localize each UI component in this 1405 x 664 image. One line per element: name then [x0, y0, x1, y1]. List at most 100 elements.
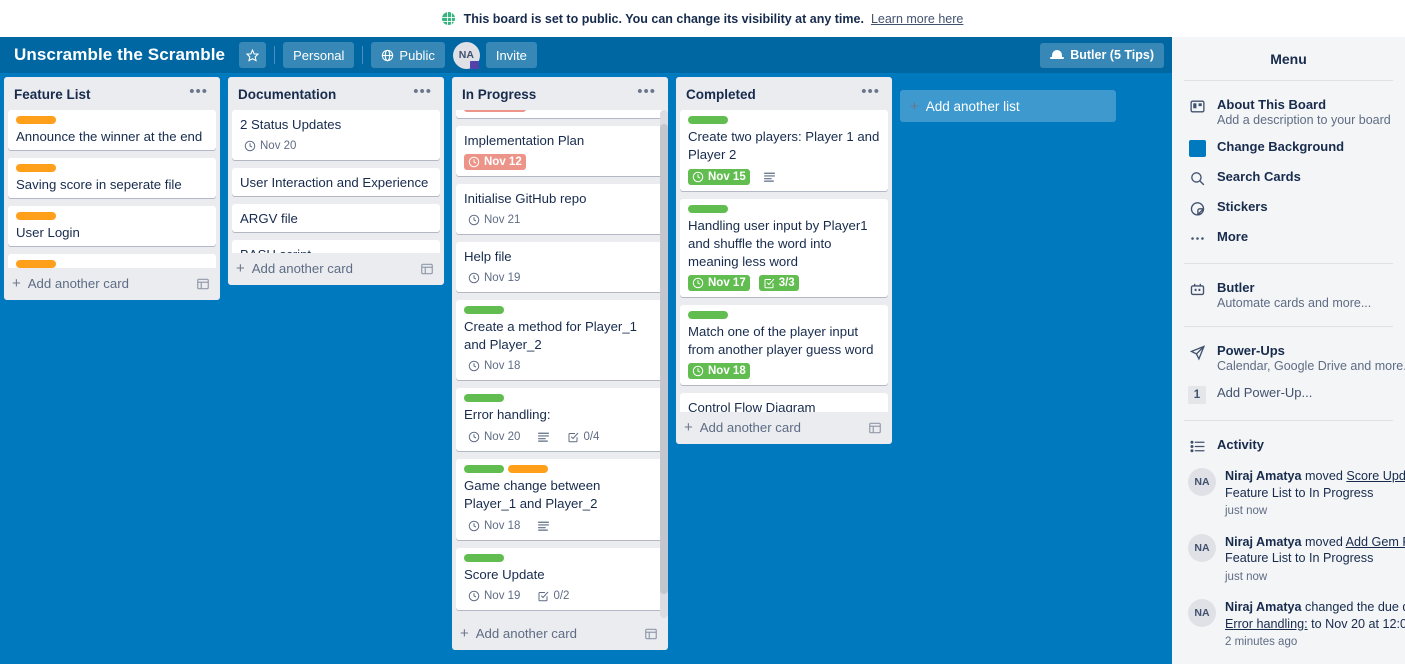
list-title[interactable]: Completed [686, 87, 756, 102]
label-green[interactable] [688, 116, 728, 124]
board-visibility-button[interactable]: Public [371, 42, 445, 68]
sidebar-item-change-background[interactable]: Change Background [1172, 133, 1405, 163]
due-date-badge[interactable]: Nov 18 [688, 363, 750, 379]
sidebar-item-sub: Add a description to your board [1217, 113, 1391, 127]
board-title[interactable]: Unscramble the Scramble [8, 41, 235, 70]
sidebar-item-add-power-up[interactable]: 1 Add Power-Up... [1172, 379, 1405, 410]
due-date-badge[interactable]: Nov 18 [464, 518, 524, 534]
sidebar-item-butler[interactable]: Butler Automate cards and more... [1172, 274, 1405, 316]
sidebar-item-search-cards[interactable]: Search Cards [1172, 163, 1405, 193]
label-green[interactable] [464, 394, 504, 402]
card-title: Error handling: [464, 407, 551, 422]
due-date-text: Nov 20 [484, 430, 521, 443]
avatar[interactable]: NA [1188, 533, 1216, 562]
label-green[interactable] [688, 205, 728, 213]
list-scrollbar-track[interactable] [660, 110, 668, 618]
sidebar-item-power-ups[interactable]: Power-Ups Calendar, Google Drive and more… [1172, 337, 1405, 379]
label-orange[interactable] [16, 260, 56, 268]
card[interactable]: 2 Status Updates Nov 20 [232, 110, 440, 160]
list-title[interactable]: Documentation [238, 87, 336, 102]
due-date-badge[interactable]: Nov 21 [464, 212, 524, 228]
due-date-badge[interactable]: Nov 15 [688, 168, 750, 185]
card-template-icon[interactable] [196, 277, 210, 291]
list-menu-icon[interactable]: ••• [633, 84, 660, 102]
card[interactable]: Error handling: Nov 20 0/4 [456, 388, 664, 451]
sidebar-item-more[interactable]: More [1172, 223, 1405, 253]
list-title[interactable]: In Progress [462, 87, 536, 102]
card[interactable]: Game change between Player_1 and Player_… [456, 459, 664, 540]
board-icon [1188, 97, 1206, 115]
card[interactable]: User Login [8, 206, 216, 246]
card[interactable]: Implementation Plan Nov 12 [456, 126, 664, 176]
list-menu-icon[interactable]: ••• [185, 84, 212, 102]
sidebar-item-about-this-board[interactable]: About This Board Add a description to you… [1172, 91, 1405, 133]
label-green[interactable] [464, 465, 504, 473]
list-menu-icon[interactable]: ••• [857, 84, 884, 102]
due-date-badge[interactable]: Nov 20 [464, 429, 524, 445]
card[interactable]: Announce the winner at the end [8, 110, 216, 150]
list-scrollbar-thumb[interactable] [660, 124, 668, 594]
card[interactable]: Different level for the game [8, 254, 216, 268]
card[interactable]: Control Flow DiagramNov 16 [680, 393, 888, 412]
label-orange[interactable] [16, 164, 56, 172]
due-date-badge[interactable]: Nov 19 [464, 270, 524, 286]
card-template-icon[interactable] [868, 421, 882, 435]
add-card-button[interactable]: + Add another card [676, 412, 892, 444]
add-card-button[interactable]: + Add another card [452, 618, 668, 650]
card[interactable]: Help file Nov 19 [456, 242, 664, 292]
label-green[interactable] [464, 306, 504, 314]
due-date-badge[interactable]: Nov 18 [464, 358, 524, 374]
card-labels [16, 116, 208, 124]
card-labels [688, 311, 880, 319]
avatar[interactable]: NA [1188, 468, 1216, 496]
invite-label: Invite [495, 47, 527, 63]
invite-button[interactable]: Invite [485, 42, 537, 68]
card[interactable]: User Interaction and Experience [232, 168, 440, 196]
activity-line2: to Nov 20 at 12:00 PM [1311, 616, 1405, 631]
avatar[interactable]: NA [452, 41, 480, 69]
card[interactable]: Score Update Nov 19 0/2 [456, 548, 664, 610]
butler-robot-icon [1188, 280, 1206, 298]
due-date-badge[interactable]: Nov 19 [464, 588, 524, 604]
card[interactable]: Saving score in seperate file [8, 158, 216, 198]
card-title: User Login [16, 225, 80, 240]
avatar[interactable]: NA [1188, 599, 1216, 627]
add-another-list-button[interactable]: + Add another list [900, 90, 1116, 122]
card[interactable]: ARGV file [232, 204, 440, 232]
clock-icon [468, 590, 480, 602]
butler-tips-button[interactable]: Butler (5 Tips) [1040, 42, 1164, 68]
due-date-badge[interactable]: Nov 13 [464, 110, 526, 112]
label-orange[interactable] [16, 212, 56, 220]
list-title[interactable]: Feature List [14, 87, 91, 102]
card-template-icon[interactable] [420, 262, 434, 276]
due-date-badge[interactable]: Nov 20 [240, 138, 300, 154]
card[interactable]: Nov 13 [456, 110, 664, 118]
label-orange[interactable] [16, 116, 56, 124]
star-glyph [246, 48, 260, 62]
due-date-badge[interactable]: Nov 17 [688, 275, 750, 291]
learn-more-link[interactable]: Learn more here [871, 12, 963, 26]
add-card-button[interactable]: + Add another card [228, 253, 444, 285]
label-green[interactable] [688, 311, 728, 319]
card[interactable]: Create two players: Player 1 and Player … [680, 110, 888, 191]
card[interactable]: Match one of the player input from anoth… [680, 305, 888, 385]
label-orange[interactable] [508, 465, 548, 473]
label-green[interactable] [464, 554, 504, 562]
card[interactable]: Initialise GitHub repo Nov 21 [456, 184, 664, 234]
due-date-badge[interactable]: Nov 12 [464, 154, 526, 170]
list-menu-icon[interactable]: ••• [409, 84, 436, 102]
board-team-button[interactable]: Personal [283, 42, 355, 68]
checklist-icon [538, 591, 549, 602]
card[interactable]: Handling user input by Player1 and shuff… [680, 199, 888, 297]
butler-tips-label: Butler (5 Tips) [1070, 48, 1154, 62]
star-icon[interactable] [239, 42, 267, 68]
card-template-icon[interactable] [644, 627, 658, 641]
due-date-text: Nov 18 [484, 519, 521, 532]
sidebar-body: About This Board Add a description to you… [1172, 81, 1405, 664]
card[interactable]: Create a method for Player_1 and Player_… [456, 300, 664, 380]
sidebar-item-stickers[interactable]: Stickers [1172, 193, 1405, 223]
add-card-button[interactable]: + Add another card [4, 268, 220, 300]
background-swatch-icon [1188, 140, 1206, 157]
activity-section: Activity NA Niraj Amatya moved Score Updat… [1172, 421, 1405, 664]
card[interactable]: BASH script [232, 240, 440, 253]
